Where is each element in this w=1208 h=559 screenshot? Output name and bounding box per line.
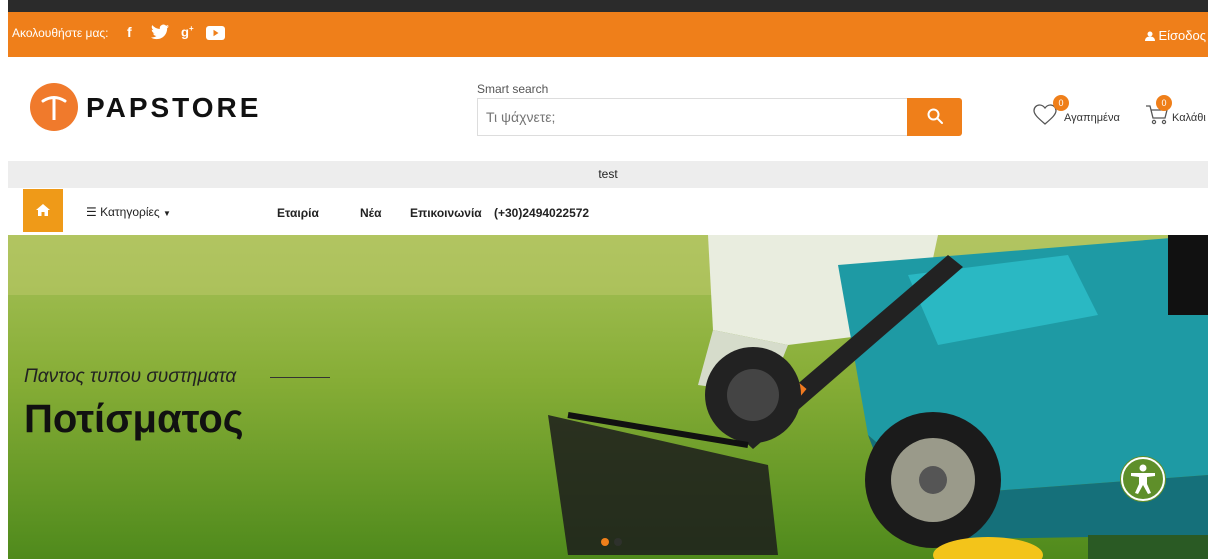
google-plus-icon[interactable]: g+ [181,24,194,39]
hero-slider: Παντος τυπου συστηματα Ποτίσματος [8,235,1208,559]
top-strip [8,0,1208,12]
search-input[interactable] [477,98,907,136]
wishlist-button[interactable]: 0 Αγαπημένα [1033,95,1125,128]
login-label: Είσοδος [1158,28,1206,43]
search-button[interactable] [907,98,962,136]
home-button[interactable] [23,189,63,232]
top-bar: Ακολουθήστε μας: f g+ Είσοδος [8,12,1208,57]
categories-label: Κατηγορίες [100,205,160,219]
logo-hammer-icon [30,83,78,131]
follow-us-label: Ακολουθήστε μας: [12,26,109,40]
home-icon [36,204,50,216]
nav-link-company[interactable]: Εταιρία [277,206,319,220]
cart-button[interactable]: 0 Καλάθι [1145,95,1208,128]
wishlist-label: Αγαπημένα [1064,112,1120,124]
announcement-text: test [598,167,618,181]
categories-menu[interactable]: ☰ Κατηγορίες ▼ [86,205,171,219]
hero-subtitle: Παντος τυπου συστηματα [24,366,237,387]
nav-link-phone[interactable]: (+30)2494022572 [494,206,589,220]
menu-icon: ☰ [86,205,97,219]
cart-count-badge: 0 [1156,95,1172,111]
nav-link-news[interactable]: Νέα [360,206,381,220]
youtube-icon[interactable] [206,26,225,43]
search-icon [927,108,943,124]
caret-down-icon: ▼ [162,209,171,218]
hero-title: Ποτίσματος [24,397,244,441]
facebook-icon[interactable]: f [127,24,132,40]
cart-label: Καλάθι [1172,112,1206,124]
accessibility-button[interactable] [1120,456,1166,502]
hero-divider [270,377,330,378]
login-link[interactable]: Είσοδος [1144,28,1206,43]
announcement-bar: test [8,161,1208,188]
slider-dot-active[interactable] [601,538,609,546]
search-label: Smart search [477,82,549,96]
slider-dot[interactable] [614,538,622,546]
wishlist-count-badge: 0 [1053,95,1069,111]
twitter-icon[interactable] [151,24,169,43]
logo-text: PAPSTORE [86,92,262,123]
main-nav: ☰ Κατηγορίες ▼ Εταιρία Νέα Επικοινωνία (… [8,189,1208,235]
accessibility-icon [1121,457,1165,501]
nav-link-contact[interactable]: Επικοινωνία [410,206,482,220]
user-icon [1144,31,1155,41]
